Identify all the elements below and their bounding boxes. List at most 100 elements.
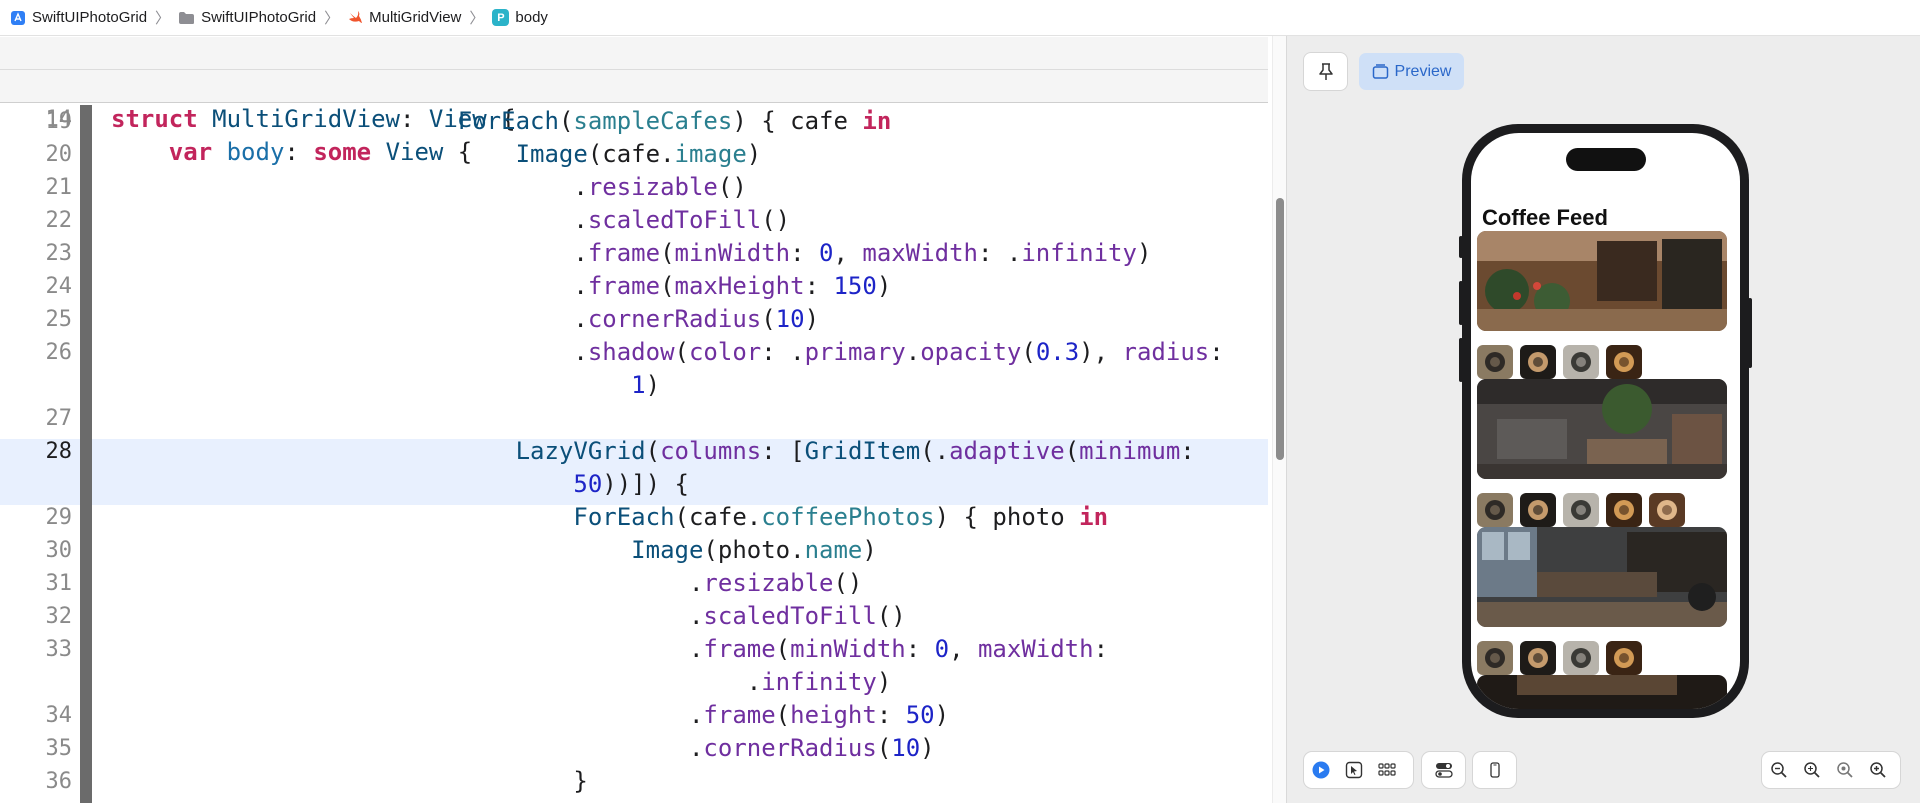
breadcrumb-separator: 〉 <box>469 10 485 27</box>
line-number: 29 <box>45 505 73 530</box>
line-number: 27 <box>45 406 73 431</box>
line-number: 32 <box>45 604 73 629</box>
line-number: 19 <box>45 109 73 134</box>
code-line: 33 .frame(minWidth: 0, maxWidth: <box>0 633 1268 666</box>
line-number: 33 <box>45 637 73 662</box>
phone-frame: Coffee Feed <box>1462 124 1749 718</box>
code-line: 50))]) { <box>0 468 1268 501</box>
code-text: .cornerRadius(10) <box>111 305 820 333</box>
breadcrumb-symbol[interactable]: P body <box>492 9 548 26</box>
code-text: .scaledToFill() <box>111 206 791 234</box>
thumb-row-2 <box>1477 493 1685 527</box>
code-line: 36 } <box>0 765 1268 798</box>
device-picker-button[interactable] <box>1473 752 1516 788</box>
phone-screen[interactable]: Coffee Feed <box>1471 133 1740 709</box>
line-number: 35 <box>45 736 73 761</box>
sticky-header-body[interactable]: 14 var body: some View { <box>0 70 1268 166</box>
coffee-thumbnail <box>1606 493 1642 527</box>
code-line: 24 .frame(maxHeight: 150) <box>0 270 1268 303</box>
cafe-photo <box>1477 379 1727 479</box>
code-line: 26 .shadow(color: .primary.opacity(0.3),… <box>0 336 1268 369</box>
coffee-thumbnail <box>1520 493 1556 527</box>
coffee-thumbnail <box>1477 345 1513 379</box>
coffee-thumbnail <box>1606 641 1642 675</box>
breadcrumb-project[interactable]: SwiftUIPhotoGrid <box>10 9 147 26</box>
line-number: 20 <box>45 142 73 167</box>
code-text: ForEach(sampleCafes) { cafe in <box>457 107 892 135</box>
zoom-fit-icon <box>1803 761 1821 779</box>
code-text: .frame(minWidth: 0, maxWidth: <box>111 635 1109 663</box>
code-text: .frame(minWidth: 0, maxWidth: .infinity) <box>111 239 1152 267</box>
breadcrumb-file[interactable]: MultiGridView <box>347 9 461 26</box>
line-number: 31 <box>45 571 73 596</box>
pin-button[interactable] <box>1304 53 1347 90</box>
breadcrumb-separator: 〉 <box>324 10 340 27</box>
line-number: 24 <box>45 274 73 299</box>
device-settings-icon <box>1434 762 1453 778</box>
code-text: .resizable() <box>111 569 863 597</box>
zoom-out-button[interactable] <box>1762 752 1795 788</box>
coffee-thumbnail <box>1606 345 1642 379</box>
code-line: 10 struct MultiGridView: View { <box>0 37 1268 133</box>
code-line: 23 .frame(minWidth: 0, maxWidth: .infini… <box>0 237 1268 270</box>
play-icon <box>1312 761 1330 779</box>
code-editor[interactable]: 10 struct MultiGridView: View { 14 var b… <box>0 37 1268 803</box>
code-line: 14 var body: some View { <box>0 70 1268 166</box>
breadcrumb-separator: 〉 <box>155 10 171 27</box>
code-text: 1) <box>631 371 661 399</box>
scrollbar-thumb[interactable] <box>1276 198 1284 460</box>
code-line: 21 .resizable() <box>0 171 1268 204</box>
thumb-row-1 <box>1477 345 1642 379</box>
xcode-project-icon <box>10 10 26 26</box>
code-text: 50))]) { <box>573 470 689 498</box>
breadcrumb-folder[interactable]: SwiftUIPhotoGrid <box>178 9 316 26</box>
code-line: 22 .scaledToFill() <box>0 204 1268 237</box>
code-text: ForEach(cafe.coffeePhotos) { photo in <box>573 503 1109 531</box>
code-text: .resizable() <box>111 173 747 201</box>
editor-scrollbar[interactable] <box>1272 36 1286 803</box>
folder-icon <box>178 11 195 25</box>
device-icon <box>1489 762 1500 778</box>
sticky-header-struct[interactable]: 10 struct MultiGridView: View { <box>0 37 1268 133</box>
line-number: 26 <box>45 340 73 365</box>
coffee-thumbnail <box>1520 641 1556 675</box>
code-line: 20 Image(cafe.image) <box>0 138 1268 171</box>
zoom-fit-button[interactable] <box>1795 752 1828 788</box>
preview-mode-button[interactable]: Preview <box>1359 53 1464 90</box>
pin-icon <box>1318 62 1334 81</box>
code-text: .shadow(color: .primary.opacity(0.3), ra… <box>111 338 1224 366</box>
zoom-in-button[interactable] <box>1861 752 1894 788</box>
breadcrumb-folder-label: SwiftUIPhotoGrid <box>201 9 317 26</box>
line-number: 23 <box>45 241 73 266</box>
code-line: 27 <box>0 402 1268 435</box>
selectable-mode-button[interactable] <box>1337 752 1370 788</box>
live-mode-button[interactable] <box>1304 752 1337 788</box>
coffee-thumbnail <box>1649 493 1685 527</box>
zoom-actual-button[interactable] <box>1828 752 1861 788</box>
selectable-cursor-icon <box>1345 761 1363 779</box>
thumb-row-3 <box>1477 641 1642 675</box>
device-settings-button[interactable] <box>1422 752 1465 788</box>
code-text: Image(photo.name) <box>631 536 877 564</box>
device-picker-toggle[interactable] <box>1473 752 1516 788</box>
code-line: 31 .resizable() <box>0 567 1268 600</box>
device-settings-toggle[interactable] <box>1422 752 1465 788</box>
code-line: 34 .frame(height: 50) <box>0 699 1268 732</box>
dynamic-island <box>1566 148 1646 171</box>
line-number: 34 <box>45 703 73 728</box>
coffee-thumbnail <box>1477 641 1513 675</box>
code-text: LazyVGrid(columns: [GridItem(.adaptive(m… <box>515 437 1195 465</box>
code-line: 19 ForEach(sampleCafes) { cafe in <box>0 105 1268 138</box>
code-line: 30 Image(photo.name) <box>0 534 1268 567</box>
zoom-out-icon <box>1770 761 1788 779</box>
line-number: 25 <box>45 307 73 332</box>
variants-button[interactable] <box>1370 752 1403 788</box>
cafe-photo <box>1477 675 1727 709</box>
coffee-thumbnail <box>1563 493 1599 527</box>
code-text: .infinity) <box>111 668 892 696</box>
cafe-photo <box>1477 231 1727 331</box>
coffee-thumbnail <box>1520 345 1556 379</box>
line-number: 28 <box>45 439 73 464</box>
code-text: Image(cafe.image) <box>515 140 762 168</box>
code-line: 32 .scaledToFill() <box>0 600 1268 633</box>
